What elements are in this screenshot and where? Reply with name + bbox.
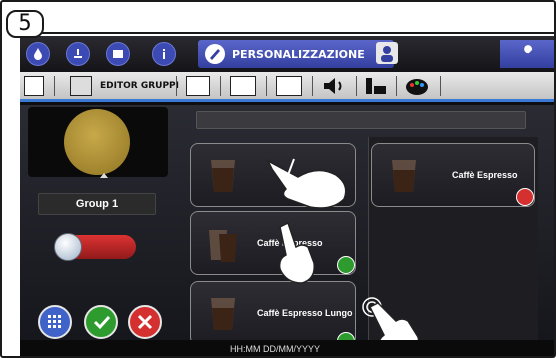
grid-button[interactable] (38, 305, 72, 339)
drink-tile[interactable]: Caffè Espresso Lungo (190, 281, 356, 345)
toolbar-divider (54, 76, 55, 96)
glass-cup-icon (392, 160, 416, 192)
glass-cup-icon (211, 160, 235, 192)
step-number: 5 (6, 10, 44, 38)
tab-personalizzazione[interactable]: PERSONALIZZAZIONE (198, 40, 394, 68)
book-open-icon[interactable] (186, 76, 210, 96)
toolbar-divider (356, 76, 357, 96)
clock-icon[interactable] (66, 42, 90, 66)
instruction-frame: 5 PERSONALIZZAZIONE EDITOR GRUPPI Group … (0, 0, 556, 358)
status-bar: HH:MM DD/MM/YYYY (20, 340, 554, 356)
close-icon (137, 314, 153, 330)
drinks-filter-bar[interactable] (196, 111, 526, 129)
glass-cup-icon (211, 298, 235, 330)
toolbar-divider (440, 76, 441, 96)
datetime-placeholder: HH:MM DD/MM/YYYY (230, 344, 320, 354)
group-disc (64, 109, 130, 175)
caret-up-icon (100, 173, 108, 178)
group-toggle[interactable] (54, 233, 136, 261)
profile-icon[interactable] (376, 42, 398, 64)
group-name-field[interactable]: Group 1 (38, 193, 156, 215)
drink-name: Caffè Espresso (452, 170, 518, 180)
drink-name: Caffè Espresso Lungo (257, 308, 353, 318)
confirm-button[interactable] (84, 305, 118, 339)
palette-icon[interactable] (404, 76, 430, 96)
remove-icon[interactable] (516, 188, 534, 206)
editor-toolbar: EDITOR GRUPPI (20, 72, 554, 102)
cup-hand-icon[interactable] (364, 76, 390, 96)
frame-rule (42, 32, 554, 34)
toolbar-divider (176, 76, 177, 96)
info-icon[interactable] (152, 42, 176, 66)
tab-label: PERSONALIZZAZIONE (232, 48, 365, 61)
machine-display: PERSONALIZZAZIONE EDITOR GRUPPI Group 1 … (20, 36, 554, 356)
assigned-drink-tile[interactable]: Caffè Espresso (371, 143, 535, 207)
wrench-icon[interactable] (500, 40, 554, 68)
grid-book-icon[interactable] (70, 76, 92, 96)
group-editor: Group 1 Caffè Espresso Caffè Espresso Lu… (20, 105, 554, 356)
toolbar-divider (220, 76, 221, 96)
top-tab-bar: PERSONALIZZAZIONE (20, 36, 554, 72)
drop-icon[interactable] (26, 42, 50, 66)
toolbar-divider (266, 76, 267, 96)
grid-icon (48, 315, 61, 328)
book-icon[interactable] (24, 76, 44, 96)
hand-pointer-icon (266, 158, 347, 209)
toolbar-divider (396, 76, 397, 96)
group-image[interactable] (28, 107, 168, 178)
add-icon[interactable] (337, 256, 355, 274)
check-icon (93, 315, 111, 330)
image-icon[interactable] (230, 76, 256, 96)
cup-icon[interactable] (106, 42, 130, 66)
glass-cup-icon (209, 230, 237, 262)
toolbar-divider (312, 76, 313, 96)
pen-icon (205, 44, 225, 64)
toggle-knob (54, 233, 82, 261)
toolbar-label: EDITOR GRUPPI (100, 81, 179, 91)
speaker-icon[interactable] (322, 76, 348, 96)
cancel-button[interactable] (128, 305, 162, 339)
film-icon[interactable] (276, 76, 302, 96)
hand-pointer-icon (278, 221, 315, 284)
